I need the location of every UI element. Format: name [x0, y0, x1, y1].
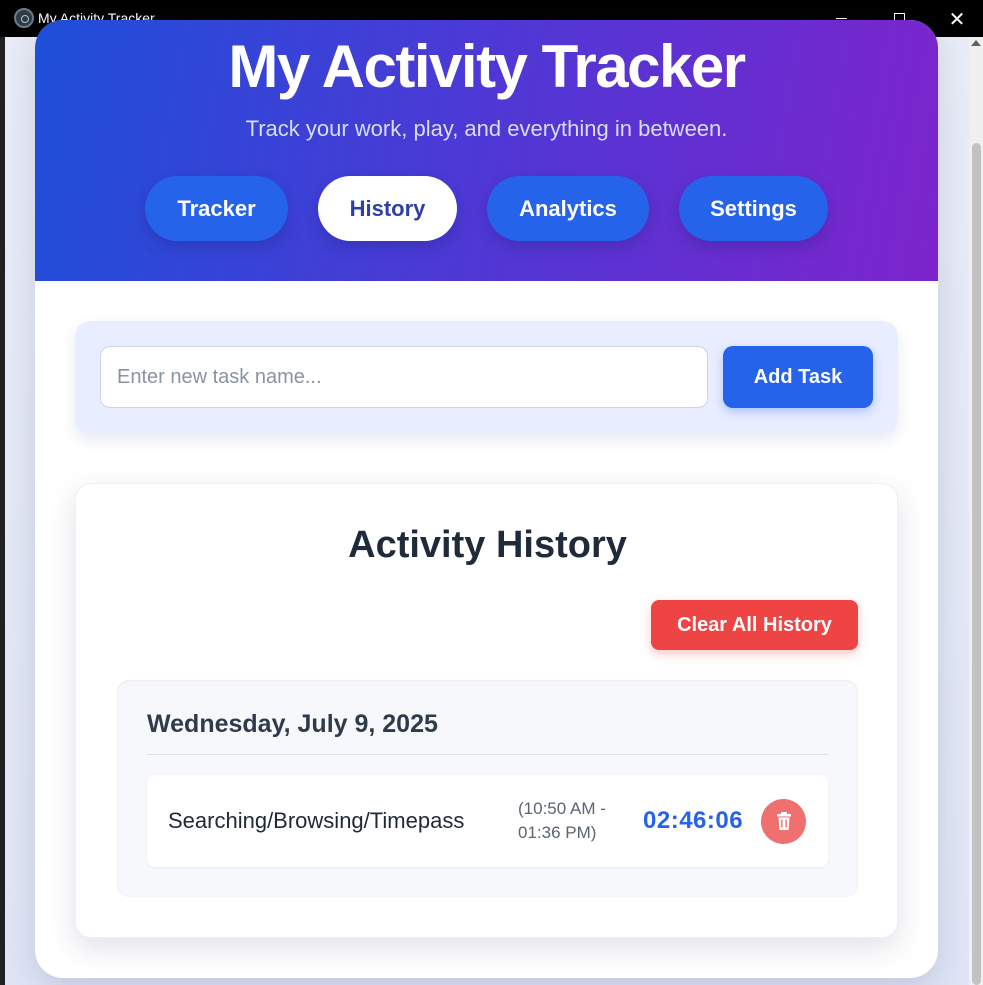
entry-time-range: (10:50 AM - 01:36 PM) [518, 797, 628, 845]
entry-time-end: 01:36 PM) [518, 823, 597, 842]
entry-task-name: Searching/Browsing/Timepass [168, 808, 465, 833]
add-task-button[interactable]: Add Task [723, 346, 873, 408]
entry-duration: 02:46:06 [643, 807, 744, 834]
tab-tracker[interactable]: Tracker [145, 176, 288, 241]
main-container: My Activity Tracker Track your work, pla… [35, 20, 938, 978]
close-icon: ✕ [948, 6, 966, 31]
entry-time-start: (10:50 AM - [518, 799, 606, 818]
app-title: My Activity Tracker [228, 33, 746, 100]
tab-settings[interactable]: Settings [679, 176, 828, 241]
app-subtitle: Track your work, play, and everything in… [245, 116, 728, 141]
window-left-edge [0, 37, 5, 985]
app-icon [14, 8, 34, 28]
divider [147, 754, 828, 755]
history-title: Activity History [348, 524, 627, 566]
clear-history-button[interactable]: Clear All History [651, 600, 858, 650]
app-header: My Activity Tracker Track your work, pla… [35, 20, 938, 281]
history-card: Activity History Clear All History Wedne… [75, 483, 898, 938]
delete-entry-button[interactable] [761, 799, 806, 844]
add-task-panel: Add Task [75, 321, 898, 434]
day-group: Wednesday, July 9, 2025 Searching/Browsi… [117, 680, 858, 897]
scrollbar-thumb[interactable] [972, 143, 981, 985]
day-date-heading: Wednesday, July 9, 2025 [147, 710, 438, 738]
trash-icon [776, 812, 791, 830]
task-name-input[interactable] [100, 346, 708, 408]
tab-analytics[interactable]: Analytics [487, 176, 649, 241]
history-entry: Searching/Browsing/Timepass (10:50 AM - … [147, 775, 828, 867]
tab-history[interactable]: History [318, 176, 457, 241]
scroll-up-icon[interactable] [971, 40, 981, 46]
minimize-icon [835, 18, 847, 19]
